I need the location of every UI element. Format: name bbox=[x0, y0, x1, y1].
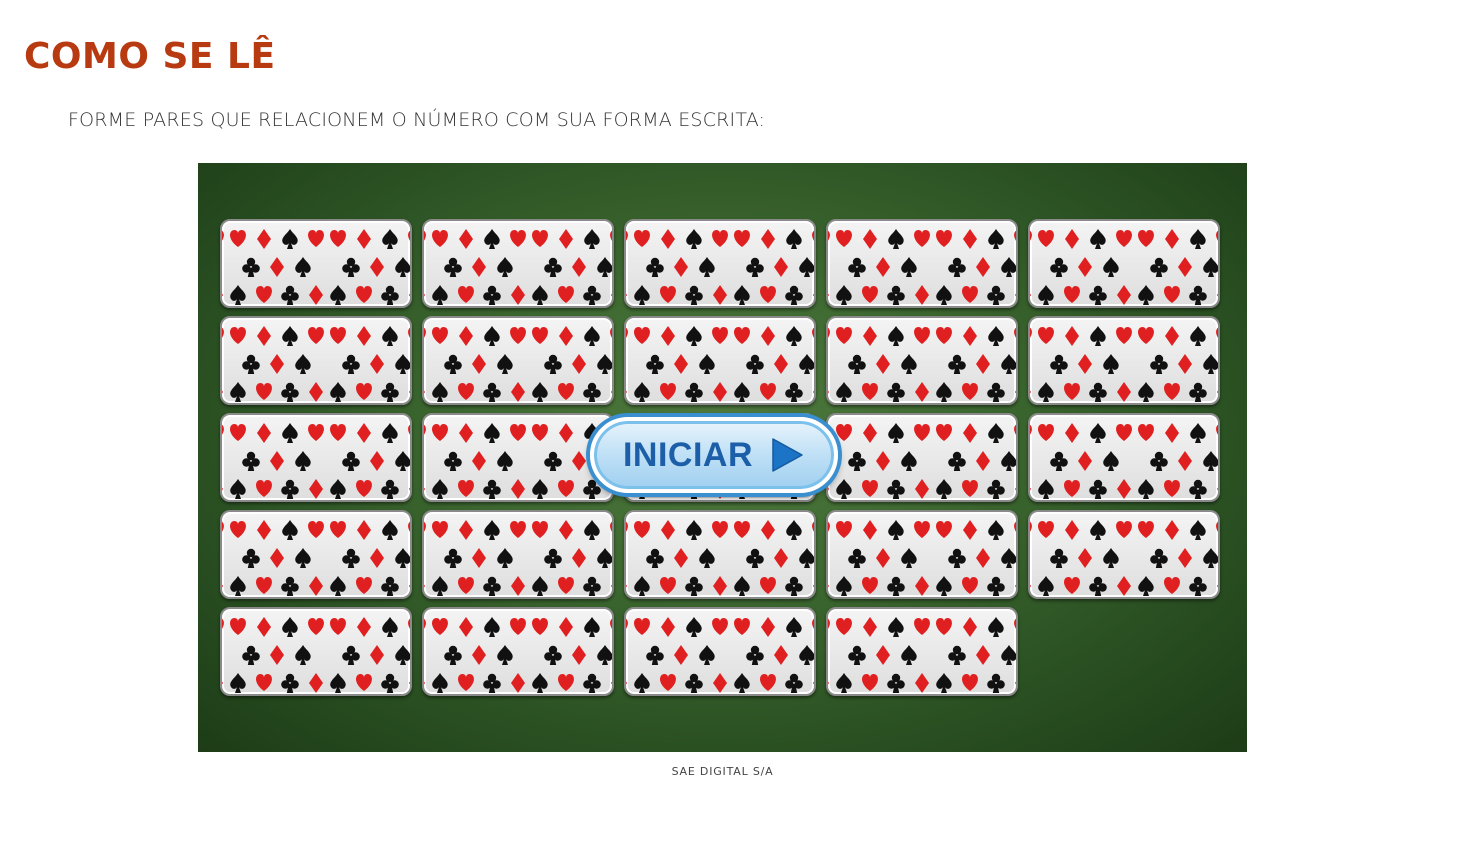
start-button[interactable]: INICIAR bbox=[590, 417, 838, 493]
memory-card[interactable] bbox=[624, 510, 816, 599]
card-back-suits-icon bbox=[626, 512, 814, 597]
memory-card[interactable] bbox=[1028, 510, 1220, 599]
memory-card[interactable] bbox=[422, 510, 614, 599]
memory-card[interactable] bbox=[220, 316, 412, 405]
memory-card[interactable] bbox=[1028, 413, 1220, 502]
memory-card[interactable] bbox=[826, 316, 1018, 405]
card-back-suits-icon bbox=[1030, 415, 1218, 500]
memory-card[interactable] bbox=[1028, 219, 1220, 308]
instruction-text: FORME PARES QUE RELACIONEM O NÚMERO COM … bbox=[68, 109, 766, 131]
image-credit: SAE DIGITAL S/A bbox=[671, 765, 774, 778]
card-back-suits-icon bbox=[424, 609, 612, 694]
start-button-label: INICIAR bbox=[622, 435, 754, 474]
card-back-suits-icon bbox=[222, 221, 410, 306]
page-title: COMO SE LÊ bbox=[24, 36, 276, 77]
memory-card[interactable] bbox=[220, 413, 412, 502]
memory-card[interactable] bbox=[220, 607, 412, 696]
card-back-suits-icon bbox=[828, 415, 1016, 500]
memory-card[interactable] bbox=[826, 510, 1018, 599]
card-back-suits-icon bbox=[1030, 512, 1218, 597]
card-back-suits-icon bbox=[1030, 318, 1218, 403]
card-back-suits-icon bbox=[1030, 221, 1218, 306]
memory-card[interactable] bbox=[826, 607, 1018, 696]
card-back-suits-icon bbox=[424, 221, 612, 306]
memory-card[interactable] bbox=[624, 219, 816, 308]
memory-card[interactable] bbox=[826, 413, 1018, 502]
card-back-suits-icon bbox=[424, 512, 612, 597]
memory-card[interactable] bbox=[826, 219, 1018, 308]
card-back-suits-icon bbox=[222, 415, 410, 500]
memory-card[interactable] bbox=[422, 607, 614, 696]
card-back-suits-icon bbox=[424, 318, 612, 403]
card-back-suits-icon bbox=[626, 318, 814, 403]
memory-card[interactable] bbox=[624, 607, 816, 696]
card-back-suits-icon bbox=[828, 318, 1016, 403]
memory-card[interactable] bbox=[220, 510, 412, 599]
memory-card[interactable] bbox=[1028, 316, 1220, 405]
memory-card[interactable] bbox=[422, 316, 614, 405]
memory-card[interactable] bbox=[422, 413, 614, 502]
card-back-suits-icon bbox=[828, 221, 1016, 306]
memory-card[interactable] bbox=[220, 219, 412, 308]
play-arrow-icon bbox=[772, 438, 803, 472]
card-back-suits-icon bbox=[424, 415, 612, 500]
card-back-suits-icon bbox=[828, 512, 1016, 597]
memory-card[interactable] bbox=[624, 316, 816, 405]
memory-card[interactable] bbox=[422, 219, 614, 308]
card-back-suits-icon bbox=[626, 609, 814, 694]
card-back-suits-icon bbox=[626, 221, 814, 306]
memory-game-board: INICIAR bbox=[198, 163, 1247, 752]
card-back-suits-icon bbox=[222, 318, 410, 403]
card-back-suits-icon bbox=[222, 609, 410, 694]
card-back-suits-icon bbox=[222, 512, 410, 597]
card-back-suits-icon bbox=[828, 609, 1016, 694]
